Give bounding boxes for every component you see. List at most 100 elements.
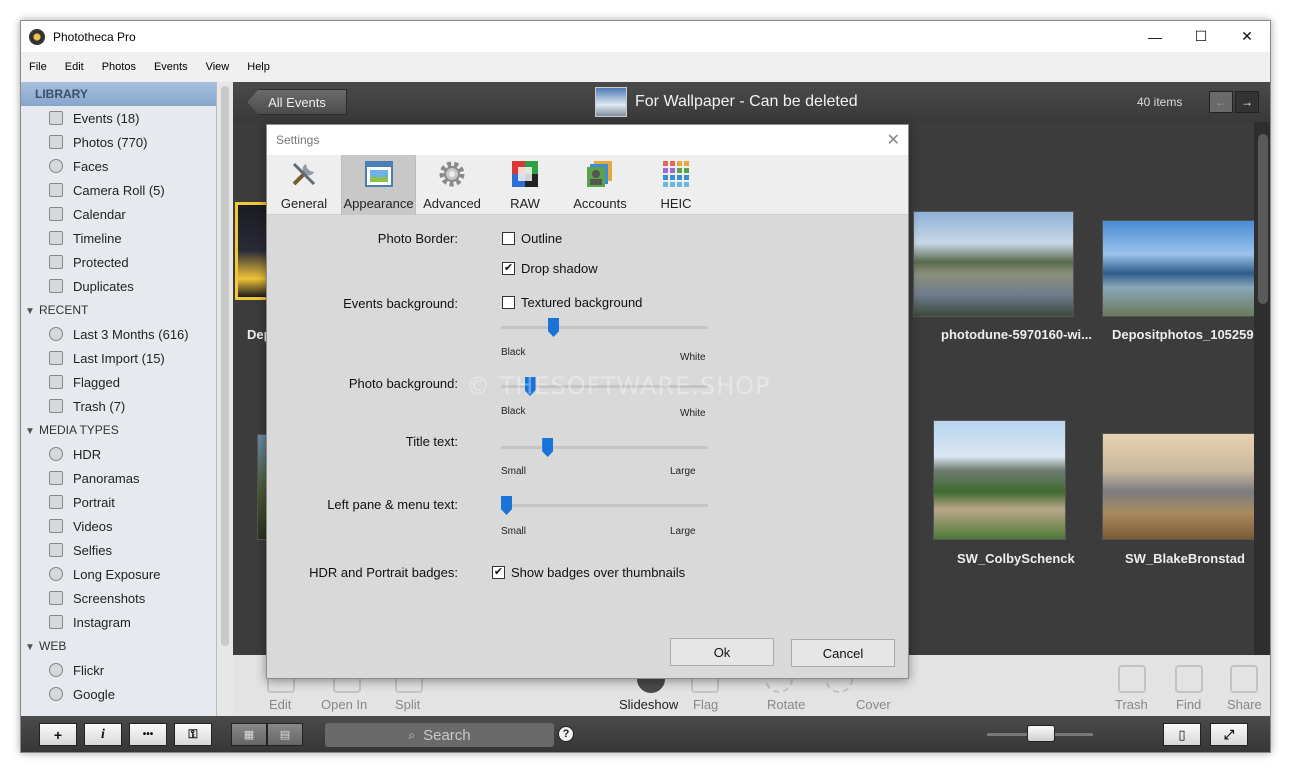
clock-icon xyxy=(49,327,63,341)
list-view-button[interactable]: ▤ xyxy=(267,723,303,746)
tab-general[interactable]: General xyxy=(267,155,341,215)
sidebar-item-faces[interactable]: Faces xyxy=(21,154,216,178)
help-button[interactable]: ? xyxy=(558,726,574,742)
tab-advanced[interactable]: Advanced xyxy=(416,155,488,215)
sidebar-item-selfies[interactable]: Selfies xyxy=(21,538,216,562)
sidebar-item-calendar[interactable]: Calendar xyxy=(21,202,216,226)
edit-button[interactable]: Edit xyxy=(269,697,291,712)
tab-accounts[interactable]: Accounts xyxy=(562,155,638,215)
tab-appearance[interactable]: Appearance xyxy=(341,155,416,215)
sidebar-item-last-import[interactable]: Last Import (15) xyxy=(21,346,216,370)
sidebar-item-instagram[interactable]: Instagram xyxy=(21,610,216,634)
menu-edit[interactable]: Edit xyxy=(65,61,84,73)
bottom-bar: + i ••• ⚿ ▦ ▤ ⌕ Search ? ▯ ⤢ xyxy=(21,716,1270,752)
sidebar-item-hdr[interactable]: HDR xyxy=(21,442,216,466)
tab-label: Appearance xyxy=(343,196,414,211)
sidebar-item-panoramas[interactable]: Panoramas xyxy=(21,466,216,490)
media-types-header[interactable]: ▼ MEDIA TYPES xyxy=(21,418,216,442)
open-in-button[interactable]: Open In xyxy=(321,697,367,712)
settings-tabs: General Appearance Advanced RAW Accounts xyxy=(267,155,908,215)
ok-button[interactable]: Ok xyxy=(670,638,774,666)
sidebar-item-duplicates[interactable]: Duplicates xyxy=(21,274,216,298)
rotate-button[interactable]: Rotate xyxy=(767,697,805,712)
slider-thumb[interactable] xyxy=(542,438,554,457)
flag-button[interactable]: Flag xyxy=(693,697,718,712)
sidebar-item-videos[interactable]: Videos xyxy=(21,514,216,538)
sidebar-item-events[interactable]: Events (18) xyxy=(21,106,216,130)
menu-file[interactable]: File xyxy=(29,61,47,73)
events-background-slider[interactable] xyxy=(501,326,708,329)
sidebar-item-label: Camera Roll (5) xyxy=(73,182,165,198)
menu-events[interactable]: Events xyxy=(154,61,188,73)
sidebar-item-camera-roll[interactable]: Camera Roll (5) xyxy=(21,178,216,202)
library-header[interactable]: LIBRARY xyxy=(21,82,216,106)
recent-header[interactable]: ▼ RECENT xyxy=(21,298,216,322)
grid-scrollbar[interactable] xyxy=(1254,122,1270,655)
add-button[interactable]: + xyxy=(39,723,77,746)
previous-event-button[interactable]: ← xyxy=(1209,91,1233,113)
sidebar-item-flagged[interactable]: Flagged xyxy=(21,370,216,394)
sidebar-item-long-exposure[interactable]: Long Exposure xyxy=(21,562,216,586)
flag-icon xyxy=(49,375,63,389)
grid-view-button[interactable]: ▦ xyxy=(231,723,267,746)
sidebar-scrollbar[interactable] xyxy=(217,82,233,716)
sidebar-item-portrait[interactable]: Portrait xyxy=(21,490,216,514)
maximize-button[interactable]: ☐ xyxy=(1178,21,1224,52)
sidebar-item-timeline[interactable]: Timeline xyxy=(21,226,216,250)
minimize-button[interactable]: — xyxy=(1132,21,1178,52)
cancel-button[interactable]: Cancel xyxy=(791,639,895,667)
web-header[interactable]: ▼ WEB xyxy=(21,634,216,658)
split-button[interactable]: Split xyxy=(395,697,420,712)
sidebar-item-label: Photos (770) xyxy=(73,134,148,150)
outline-checkbox[interactable] xyxy=(502,232,515,245)
share-button[interactable]: Share xyxy=(1227,697,1262,712)
photo-thumbnail[interactable] xyxy=(1102,433,1263,540)
close-button[interactable]: ✕ xyxy=(1224,21,1270,52)
sidebar-item-google[interactable]: Google xyxy=(21,682,216,706)
tab-label: HEIC xyxy=(660,196,692,211)
textured-background-checkbox[interactable] xyxy=(502,296,515,309)
tab-raw[interactable]: RAW xyxy=(488,155,562,215)
tab-label: General xyxy=(280,196,328,211)
sidebar-item-trash[interactable]: Trash (7) xyxy=(21,394,216,418)
slider-thumb[interactable] xyxy=(548,318,560,337)
sidebar-item-last-3-months[interactable]: Last 3 Months (616) xyxy=(21,322,216,346)
find-button[interactable]: Find xyxy=(1176,697,1201,712)
raw-icon xyxy=(509,158,541,190)
sidebar-scrollbar-thumb[interactable] xyxy=(221,86,229,646)
sidebar-item-protected[interactable]: Protected xyxy=(21,250,216,274)
key-button[interactable]: ⚿ xyxy=(174,723,212,746)
trash-button[interactable]: Trash xyxy=(1115,697,1148,712)
info-button[interactable]: i xyxy=(84,723,122,746)
single-view-button[interactable]: ▯ xyxy=(1163,723,1201,746)
sidebar-item-photos[interactable]: Photos (770) xyxy=(21,130,216,154)
menu-view[interactable]: View xyxy=(206,61,230,73)
menu-photos[interactable]: Photos xyxy=(102,61,136,73)
left-pane-text-slider[interactable] xyxy=(501,504,708,507)
photo-thumbnail[interactable] xyxy=(913,211,1074,317)
sidebar-item-screenshots[interactable]: Screenshots xyxy=(21,586,216,610)
slideshow-button[interactable]: Slideshow xyxy=(619,697,678,712)
search-input[interactable]: ⌕ Search xyxy=(325,723,554,747)
next-event-button[interactable]: → xyxy=(1235,91,1259,113)
fullscreen-button[interactable]: ⤢ xyxy=(1210,723,1248,746)
photo-thumbnail-selected[interactable] xyxy=(235,202,269,300)
more-button[interactable]: ••• xyxy=(129,723,167,746)
title-text-slider[interactable] xyxy=(501,446,708,449)
all-events-button[interactable]: All Events xyxy=(247,89,347,115)
slider-thumb[interactable] xyxy=(501,496,512,515)
grid-scrollbar-thumb[interactable] xyxy=(1258,134,1268,304)
instagram-icon xyxy=(49,615,63,629)
tab-heic[interactable]: HEIC xyxy=(638,155,714,215)
tab-label: Advanced xyxy=(423,196,481,211)
show-badges-checkbox[interactable]: ✔ xyxy=(492,566,505,579)
dialog-close-button[interactable]: ✕ xyxy=(887,130,900,150)
sidebar-item-flickr[interactable]: Flickr xyxy=(21,658,216,682)
menu-help[interactable]: Help xyxy=(247,61,270,73)
zoom-slider-thumb[interactable] xyxy=(1027,725,1055,742)
photo-thumbnail[interactable] xyxy=(1102,220,1263,317)
photo-thumbnail[interactable] xyxy=(933,420,1066,540)
cover-button[interactable]: Cover xyxy=(856,697,891,712)
settings-dialog: Settings ✕ General Appearance Advanced R… xyxy=(266,124,909,679)
drop-shadow-checkbox[interactable]: ✔ xyxy=(502,262,515,275)
